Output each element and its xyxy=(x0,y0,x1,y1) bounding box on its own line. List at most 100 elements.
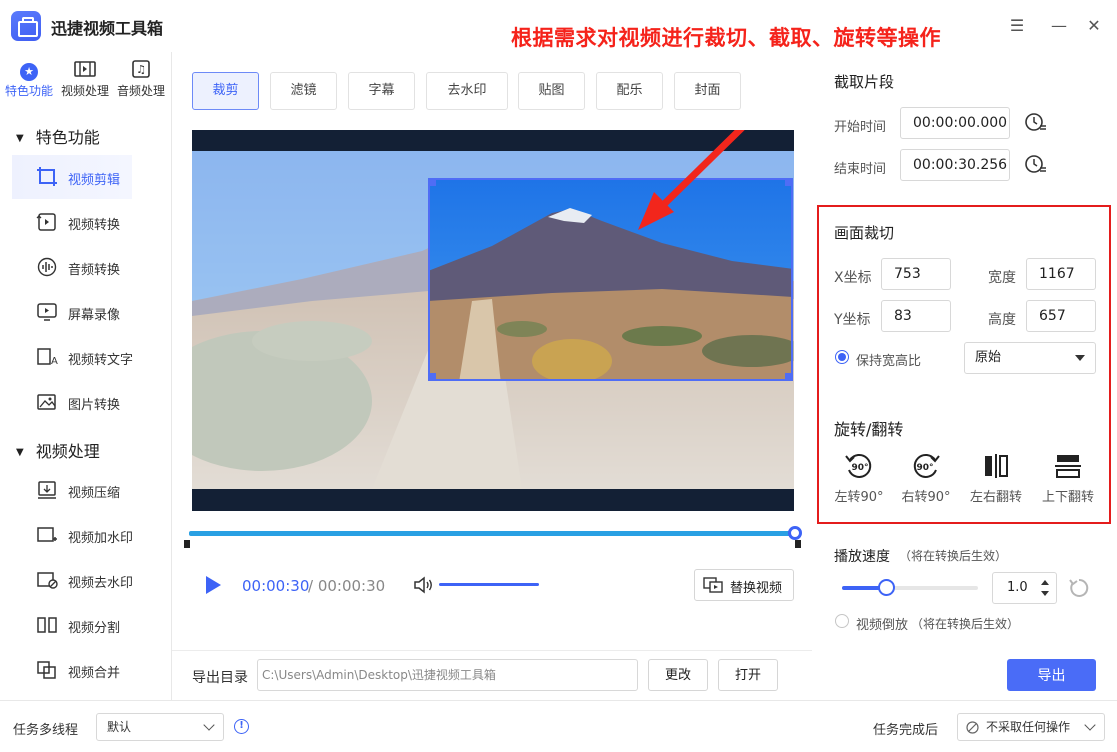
export-button[interactable]: 导出 xyxy=(1007,659,1096,691)
category-label: 视频处理 xyxy=(60,84,109,98)
x-coord-label: X坐标 xyxy=(834,270,872,286)
tab-music[interactable]: 配乐 xyxy=(596,72,663,110)
app-logo-icon xyxy=(11,11,41,41)
ratio-select[interactable]: 原始 xyxy=(964,342,1096,374)
timeline-end-marker[interactable] xyxy=(795,540,801,548)
after-task-label: 任务完成后 xyxy=(873,723,939,738)
nav-item-video-convert[interactable]: 视频转换 xyxy=(12,200,132,244)
nav-item-add-watermark[interactable]: 视频加水印 xyxy=(12,513,133,557)
sidebar: ★ 特色功能 视频处理 ♫ 音频处理 ▼ 特色功能 视频剪辑 视频转换 音频转换 xyxy=(0,52,172,700)
y-coord-input[interactable]: 83 xyxy=(881,300,951,332)
nav-item-label: 音频转换 xyxy=(68,263,121,278)
speed-slider-knob[interactable] xyxy=(878,579,895,596)
tab-remove-watermark[interactable]: 去水印 xyxy=(426,72,508,110)
open-dir-button[interactable]: 打开 xyxy=(718,659,778,691)
set-start-time-clock-icon[interactable] xyxy=(1024,111,1048,135)
keep-ratio-label: 保持宽高比 xyxy=(856,354,922,369)
nav-item-remove-watermark[interactable]: 视频去水印 xyxy=(12,558,133,602)
set-end-time-clock-icon[interactable] xyxy=(1024,153,1048,177)
rotate-left-badge: 90° xyxy=(851,463,868,473)
menu-icon[interactable]: ☰ xyxy=(1005,14,1029,38)
reset-speed-icon[interactable] xyxy=(1068,577,1090,599)
image-icon xyxy=(36,392,58,412)
export-dir-label: 导出目录 xyxy=(192,670,248,686)
multithread-select[interactable]: 默认 xyxy=(96,713,224,741)
nav-item-label: 视频转换 xyxy=(68,218,121,233)
ratio-select-value: 原始 xyxy=(975,350,1002,365)
rotate-left-90-icon: 90° xyxy=(845,453,872,478)
video-preview xyxy=(192,130,794,511)
info-icon[interactable]: ! xyxy=(234,719,249,734)
nav-item-video-compress[interactable]: 视频压缩 xyxy=(12,468,132,512)
screen-record-icon xyxy=(36,302,58,322)
section-title: 视频处理 xyxy=(35,442,100,461)
rotate-right-badge: 90° xyxy=(916,463,933,473)
x-coord-input[interactable]: 753 xyxy=(881,258,951,290)
total-time: / 00:00:30 xyxy=(308,577,386,595)
svg-text:♫: ♫ xyxy=(136,63,146,76)
flip-horizontal-button[interactable]: 左右翻转 xyxy=(961,452,1031,505)
category-featured[interactable]: ★ 特色功能 xyxy=(1,60,57,99)
timeline-start-marker[interactable] xyxy=(184,540,190,548)
timeline-track[interactable] xyxy=(189,531,798,536)
reverse-video-label: 视频倒放 xyxy=(856,618,909,633)
category-label: 音频处理 xyxy=(116,84,165,98)
replace-video-button[interactable]: 替换视频 xyxy=(694,569,794,601)
speed-spinbox[interactable]: 1.0 xyxy=(992,572,1057,604)
nav-item-video-split[interactable]: 视频分割 xyxy=(12,603,132,647)
volume-icon[interactable] xyxy=(413,575,435,595)
video-convert-icon xyxy=(36,212,58,232)
tab-crop[interactable]: 裁剪 xyxy=(192,72,259,110)
nav-item-screen-record[interactable]: 屏幕录像 xyxy=(12,290,132,334)
spin-arrows-icon[interactable] xyxy=(1040,578,1050,598)
after-task-select[interactable]: 不采取任何操作 xyxy=(957,713,1105,741)
reverse-video-radio[interactable] xyxy=(835,614,849,628)
export-path-input[interactable]: C:\Users\Admin\Desktop\迅捷视频工具箱 xyxy=(257,659,638,691)
category-label: 特色功能 xyxy=(4,84,53,98)
end-time-input[interactable]: 00:00:30.256 xyxy=(900,149,1010,181)
nav-item-label: 视频剪辑 xyxy=(68,173,121,188)
current-time: 00:00:30 xyxy=(242,577,310,595)
annotation-text: 根据需求对视频进行裁切、截取、旋转等操作 xyxy=(511,26,941,50)
tab-cover[interactable]: 封面 xyxy=(674,72,741,110)
category-audio[interactable]: ♫ 音频处理 xyxy=(113,60,169,99)
status-bar: 任务多线程 默认 任务完成后 不采取任何操作 xyxy=(0,700,1117,752)
rotate-left-button[interactable]: 90° 左转90° xyxy=(824,452,894,505)
nav-item-video-to-text[interactable]: A 视频转文字 xyxy=(12,335,134,379)
flip-vertical-label: 上下翻转 xyxy=(1041,490,1094,505)
nav-item-audio-convert[interactable]: 音频转换 xyxy=(12,245,132,289)
nav-item-label: 视频合并 xyxy=(68,666,121,681)
end-time-label: 结束时间 xyxy=(834,162,887,177)
timeline-playhead[interactable] xyxy=(788,526,802,540)
nav-item-label: 视频分割 xyxy=(68,621,121,636)
minimize-button[interactable]: — xyxy=(1047,14,1071,38)
nav-item-label: 视频转文字 xyxy=(68,353,134,368)
nav-item-video-merge[interactable]: 视频合并 xyxy=(12,648,132,692)
change-dir-button[interactable]: 更改 xyxy=(648,659,708,691)
replace-video-label: 替换视频 xyxy=(730,580,783,595)
nav-item-video-edit[interactable]: 视频剪辑 xyxy=(12,155,132,199)
speed-value: 1.0 xyxy=(1007,580,1028,595)
merge-icon xyxy=(36,660,58,680)
caret-down-icon xyxy=(1075,355,1085,361)
section-header-featured[interactable]: ▼ 特色功能 xyxy=(16,124,100,148)
tab-filter[interactable]: 滤镜 xyxy=(270,72,337,110)
clip-segment-title: 截取片段 xyxy=(834,73,895,91)
close-button[interactable]: ✕ xyxy=(1082,14,1106,38)
replace-video-icon xyxy=(703,577,723,593)
start-time-input[interactable]: 00:00:00.000 xyxy=(900,107,1010,139)
category-video[interactable]: 视频处理 xyxy=(57,60,113,99)
volume-slider[interactable] xyxy=(439,583,539,586)
play-button[interactable] xyxy=(206,576,221,594)
rotate-right-button[interactable]: 90° 右转90° xyxy=(891,452,961,505)
flip-vertical-button[interactable]: 上下翻转 xyxy=(1033,452,1103,505)
tab-subtitle[interactable]: 字幕 xyxy=(348,72,415,110)
width-input[interactable]: 1167 xyxy=(1026,258,1096,290)
tab-sticker[interactable]: 贴图 xyxy=(518,72,585,110)
triangle-down-icon: ▼ xyxy=(16,447,24,458)
height-input[interactable]: 657 xyxy=(1026,300,1096,332)
keep-ratio-radio[interactable] xyxy=(835,350,849,364)
rotate-left-label: 左转90° xyxy=(834,490,884,505)
section-header-video[interactable]: ▼ 视频处理 xyxy=(16,438,100,462)
nav-item-image-convert[interactable]: 图片转换 xyxy=(12,380,132,424)
